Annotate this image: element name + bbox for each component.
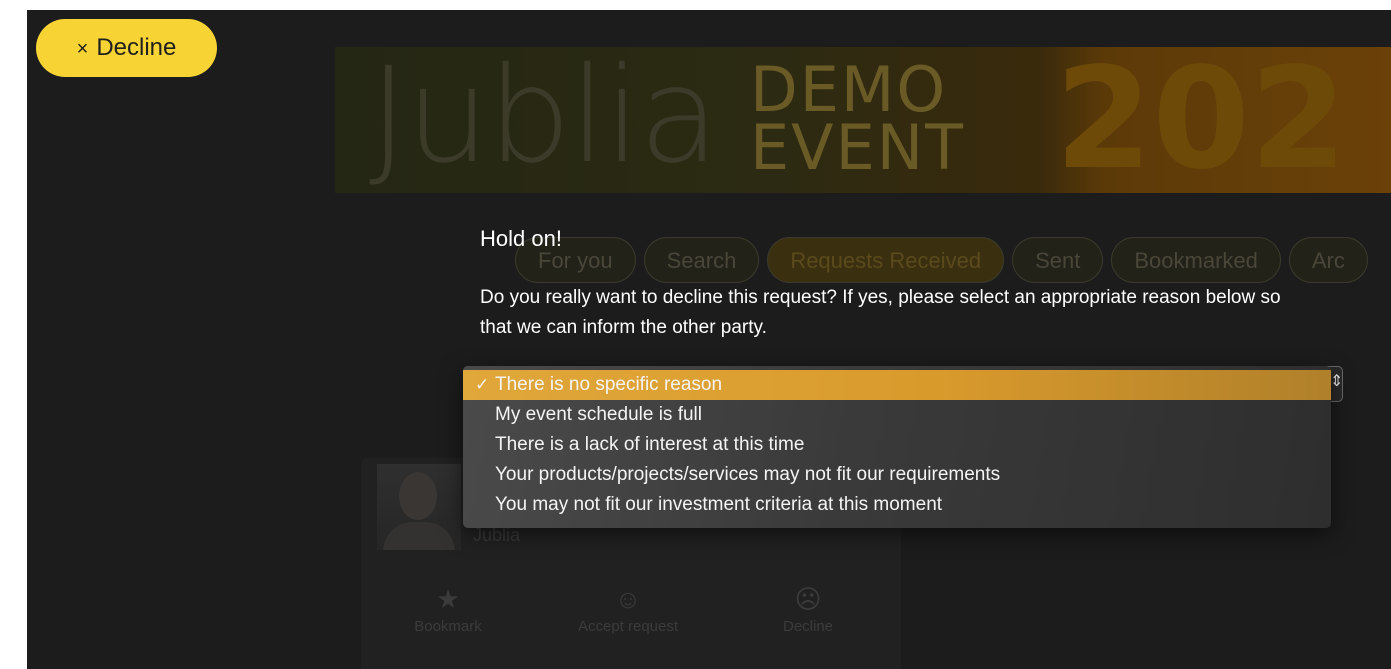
select-arrows-icon[interactable]: ⇕	[1330, 371, 1343, 391]
reason-option-no-specific-reason[interactable]: ✓ There is no specific reason	[463, 370, 1331, 400]
banner-logo: Jublia	[369, 47, 720, 193]
reason-option-label: There is a lack of interest at this time	[495, 434, 805, 455]
checkmark-icon: ✓	[475, 375, 490, 394]
reason-option-label: There is no specific reason	[495, 374, 723, 395]
reason-option-label: You may not fit our investment criteria …	[495, 494, 943, 515]
tab-bookmarked[interactable]: Bookmarked	[1111, 237, 1281, 283]
reason-option-label: My event schedule is full	[495, 404, 702, 425]
dialog-message: Do you really want to decline this reque…	[480, 287, 1281, 338]
frown-icon: ☹	[794, 584, 822, 614]
tab-bar: For you Search Requests Received Sent Bo…	[515, 237, 1368, 283]
bookmark-action[interactable]: ★ Bookmark	[393, 584, 503, 636]
reason-option-schedule-full[interactable]: My event schedule is full	[463, 400, 1331, 430]
event-banner: Jublia DEMO EVENT 202	[335, 47, 1391, 193]
decline-button[interactable]: × Decline	[36, 19, 217, 77]
smile-icon: ☺	[614, 584, 642, 614]
company-name: Jublia	[473, 525, 521, 545]
banner-event-label: DEMO EVENT	[750, 59, 1050, 184]
banner-event-line2: EVENT	[750, 111, 966, 184]
accept-request-action[interactable]: ☺ Accept request	[573, 584, 683, 636]
bookmark-label: Bookmark	[414, 618, 482, 635]
star-icon: ★	[436, 584, 460, 614]
reason-option-not-fit-investment[interactable]: You may not fit our investment criteria …	[463, 490, 1331, 520]
tab-sent[interactable]: Sent	[1012, 237, 1104, 283]
accept-request-label: Accept request	[577, 618, 679, 635]
decline-button-label: Decline	[96, 34, 177, 61]
decline-action-label: Decline	[782, 618, 834, 635]
tab-search[interactable]: Search	[643, 237, 760, 283]
close-icon: ×	[76, 38, 89, 60]
avatar	[377, 464, 461, 550]
reason-option-lack-of-interest[interactable]: There is a lack of interest at this time	[463, 430, 1331, 460]
banner-year: 202	[1055, 47, 1348, 193]
reason-option-not-fit-requirements[interactable]: Your products/projects/services may not …	[463, 460, 1331, 490]
dialog-title: Hold on!	[480, 226, 562, 251]
reason-dropdown-menu: ✓ There is no specific reason My event s…	[463, 366, 1331, 528]
tab-requests-received[interactable]: Requests Received	[767, 237, 1005, 283]
reason-option-label: Your products/projects/services may not …	[495, 464, 1001, 485]
tab-archived[interactable]: Arc	[1288, 237, 1368, 283]
decline-action[interactable]: ☹ Decline	[753, 584, 863, 636]
